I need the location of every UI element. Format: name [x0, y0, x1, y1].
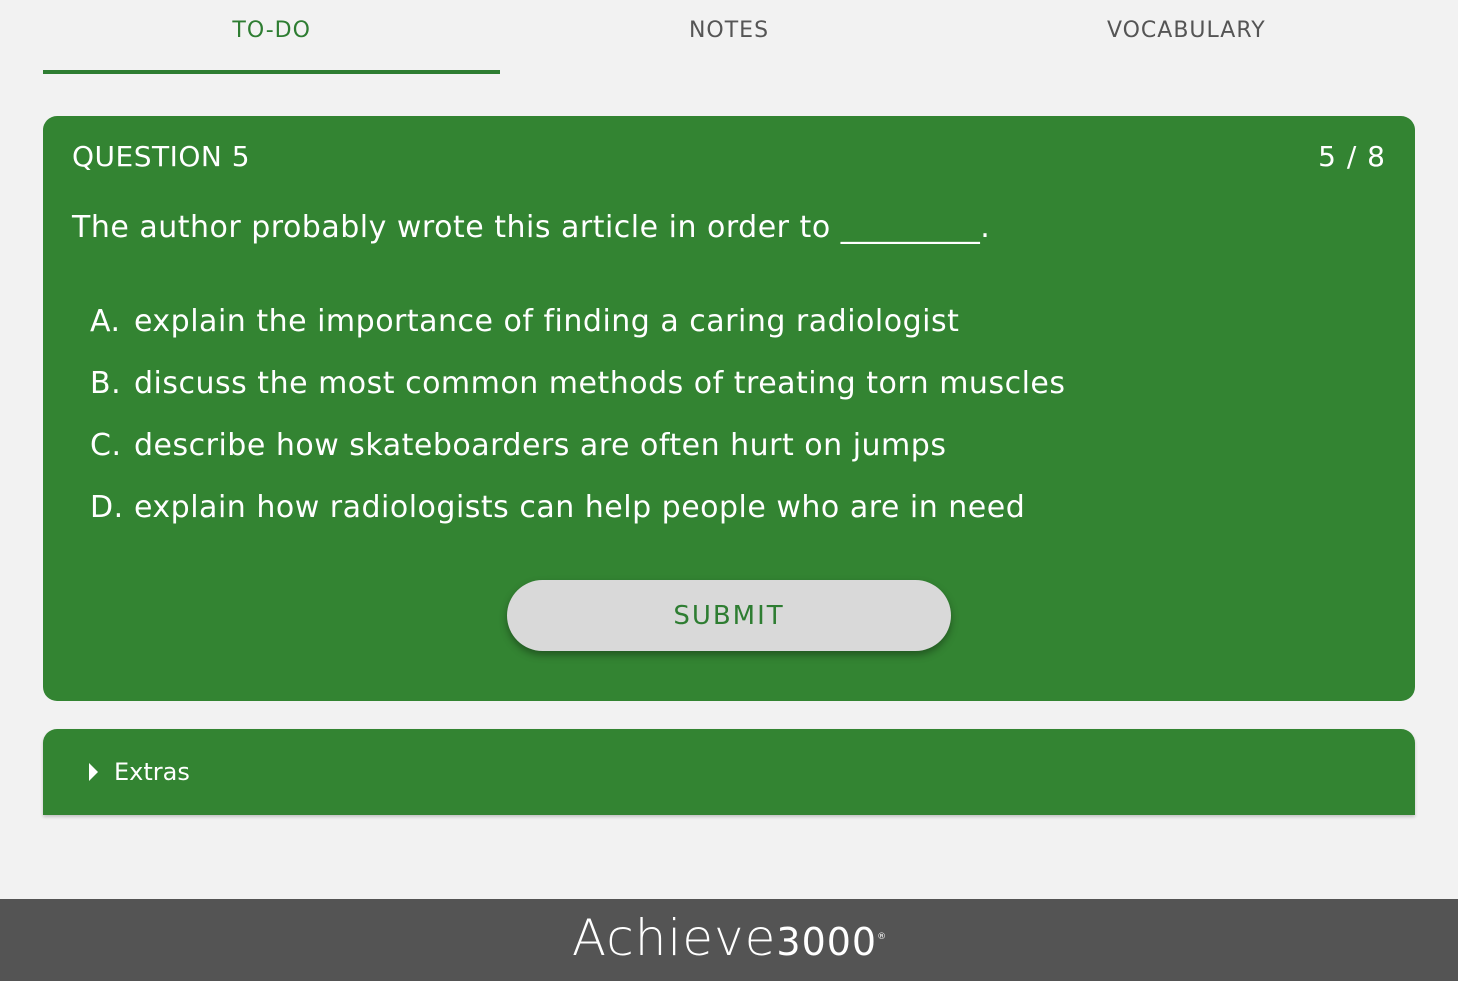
tab-vocabulary[interactable]: VOCABULARY [958, 0, 1415, 74]
registered-mark: ® [877, 932, 887, 942]
question-card: QUESTION 5 5 / 8 The author probably wro… [43, 116, 1415, 701]
choice-text: explain the importance of finding a cari… [134, 304, 960, 339]
question-text: The author probably wrote this article i… [72, 210, 991, 245]
choice-letter: C. [90, 428, 122, 463]
choice-letter: D. [90, 490, 124, 525]
answer-choice-b[interactable]: B. discuss the most common methods of tre… [90, 366, 1066, 428]
submit-button[interactable]: SUBMIT [507, 580, 951, 651]
caret-right-icon [89, 763, 98, 781]
answer-choice-c[interactable]: C. describe how skateboarders are often h… [90, 428, 1066, 490]
tab-bar: TO-DO NOTES VOCABULARY [43, 0, 1415, 74]
answer-choice-d[interactable]: D. explain how radiologists can help peop… [90, 490, 1066, 552]
achieve3000-logo: Achieve3000® [0, 909, 1458, 967]
extras-label: Extras [114, 758, 190, 786]
logo-word: Achieve [571, 909, 777, 967]
choice-letter: B. [90, 366, 122, 401]
logo-number: 3000 [776, 920, 878, 964]
question-title: QUESTION 5 [72, 140, 251, 173]
tab-notes[interactable]: NOTES [500, 0, 957, 74]
extras-toggle[interactable]: Extras [43, 729, 1415, 815]
footer: Achieve3000® [0, 899, 1458, 981]
answer-choices: A. explain the importance of finding a ca… [90, 304, 1066, 552]
choice-text: discuss the most common methods of treat… [134, 366, 1066, 401]
tab-to-do[interactable]: TO-DO [43, 0, 501, 74]
choice-text: explain how radiologists can help people… [134, 490, 1026, 525]
answer-choice-a[interactable]: A. explain the importance of finding a ca… [90, 304, 1066, 366]
choice-text: describe how skateboarders are often hur… [134, 428, 947, 463]
choice-letter: A. [90, 304, 121, 339]
question-progress: 5 / 8 [1318, 140, 1386, 173]
